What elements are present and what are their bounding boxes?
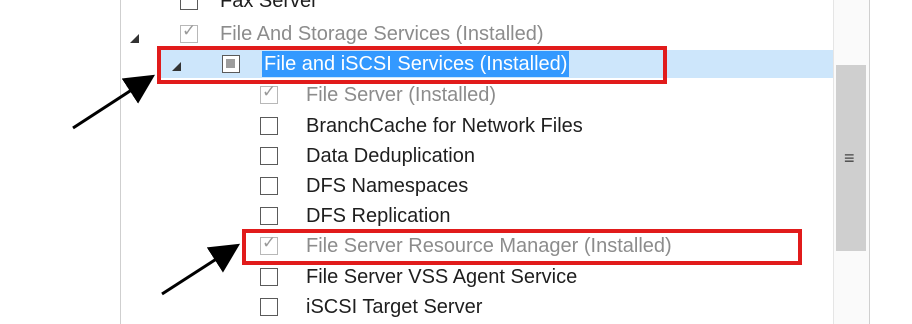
arrow-to-iscsi xyxy=(72,74,156,130)
arrow-to-fsrm xyxy=(161,243,241,296)
annotation-arrows xyxy=(72,74,241,296)
